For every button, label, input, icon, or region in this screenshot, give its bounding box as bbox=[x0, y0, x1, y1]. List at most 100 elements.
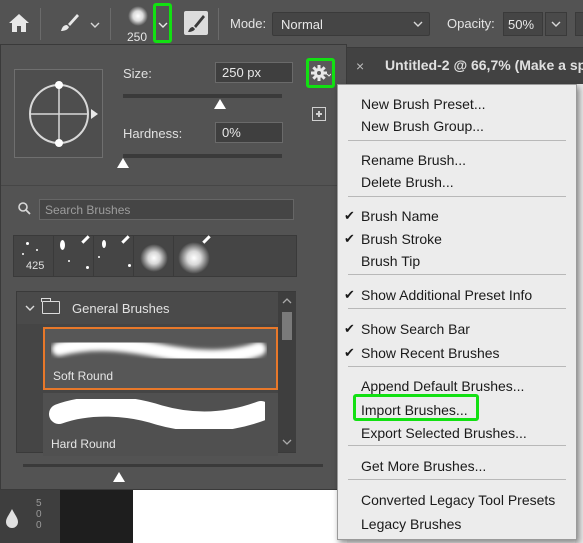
menu-item-label: New Brush Preset... bbox=[361, 96, 486, 112]
menu-item-label: Delete Brush... bbox=[361, 174, 454, 190]
recent-brush-3[interactable] bbox=[94, 235, 134, 276]
angle-arrow-icon[interactable] bbox=[91, 109, 98, 119]
menu-item-new-brush-preset[interactable]: New Brush Preset... bbox=[338, 93, 576, 116]
hardness-value: 0% bbox=[222, 125, 241, 140]
panel-settings-button[interactable] bbox=[306, 58, 335, 88]
pressure-icon bbox=[188, 15, 205, 32]
size-input[interactable]: 250 px bbox=[215, 62, 293, 83]
recent-brushes-row: 425 bbox=[13, 235, 297, 277]
pen-icon bbox=[81, 235, 90, 244]
preview-size-slider-thumb[interactable] bbox=[113, 472, 125, 482]
chevron-down-icon[interactable] bbox=[90, 20, 100, 30]
size-slider[interactable] bbox=[123, 94, 282, 98]
new-preset-icon[interactable] bbox=[312, 107, 326, 121]
pressure-size-button[interactable] bbox=[184, 11, 208, 35]
hardness-slider-thumb[interactable] bbox=[117, 158, 129, 168]
recent-brush-2[interactable] bbox=[54, 235, 94, 276]
document-tab[interactable]: Untitled-2 @ 66,7% (Make a sp bbox=[375, 48, 583, 84]
workspace-background bbox=[60, 490, 133, 543]
menu-item-export-selected-brushes[interactable]: Export Selected Brushes... bbox=[338, 422, 576, 445]
brush-preset-picker-button[interactable] bbox=[153, 3, 172, 43]
group-label: General Brushes bbox=[72, 301, 170, 316]
opacity-value: 50% bbox=[508, 17, 535, 32]
recent-brush-4[interactable] bbox=[134, 236, 174, 276]
gear-icon bbox=[311, 65, 331, 81]
menu-separator bbox=[348, 140, 566, 141]
menu-item-get-more-brushes[interactable]: Get More Brushes... bbox=[338, 455, 576, 478]
menu-item-brush-tip[interactable]: Brush Tip bbox=[338, 250, 576, 273]
ruler: 500 bbox=[36, 498, 42, 531]
menu-separator bbox=[348, 366, 566, 367]
mode-select[interactable]: Normal bbox=[272, 12, 430, 36]
close-icon[interactable]: × bbox=[356, 58, 364, 74]
menu-item-label: Export Selected Brushes... bbox=[361, 425, 527, 441]
brush-name: Soft Round bbox=[53, 369, 114, 383]
checkmark-icon: ✔ bbox=[344, 345, 355, 360]
brush-angle-widget[interactable] bbox=[25, 78, 95, 150]
menu-item-rename-brush[interactable]: Rename Brush... bbox=[338, 149, 576, 172]
chevron-down-icon[interactable] bbox=[282, 438, 292, 446]
menu-item-label: Brush Stroke bbox=[361, 231, 442, 247]
menu-item-show-search-bar[interactable]: ✔ Show Search Bar bbox=[338, 318, 576, 341]
brush-preset-panel: Size: 250 px Hardness: 0% Search Brushes… bbox=[0, 44, 347, 490]
menu-separator bbox=[348, 479, 566, 480]
menu-item-converted-legacy-tool-presets[interactable]: Converted Legacy Tool Presets bbox=[338, 489, 576, 512]
brush-size-readout: 250 bbox=[127, 30, 148, 44]
search-brushes-input[interactable]: Search Brushes bbox=[39, 199, 294, 220]
opacity-dropdown-button[interactable] bbox=[545, 12, 567, 36]
chevron-down-icon bbox=[158, 22, 168, 28]
soft-brush-tip-icon bbox=[128, 6, 148, 26]
brush-item-soft-round[interactable]: Soft Round bbox=[43, 327, 278, 390]
recent-brush-size: 425 bbox=[26, 260, 45, 272]
brush-name: Hard Round bbox=[51, 437, 116, 451]
soft-brush-tip-icon bbox=[140, 244, 168, 272]
hardness-input[interactable]: 0% bbox=[215, 122, 283, 143]
menu-item-label: Show Recent Brushes bbox=[361, 345, 500, 361]
chevron-down-icon bbox=[551, 21, 561, 27]
brush-stroke-preview bbox=[52, 336, 266, 364]
checkmark-icon: ✔ bbox=[344, 231, 355, 246]
folder-icon bbox=[41, 298, 60, 314]
menu-item-label: Show Additional Preset Info bbox=[361, 287, 533, 303]
brush-group-general[interactable]: General Brushes bbox=[17, 292, 278, 324]
brush-item-hard-round[interactable]: Hard Round bbox=[43, 393, 278, 456]
size-slider-thumb[interactable] bbox=[213, 99, 226, 109]
menu-item-label: Rename Brush... bbox=[361, 152, 467, 168]
menu-item-legacy-brushes[interactable]: Legacy Brushes bbox=[338, 513, 576, 536]
drop-icon[interactable] bbox=[4, 508, 20, 528]
menu-item-label: Brush Name bbox=[361, 208, 439, 224]
brush-list-scrollbar[interactable] bbox=[278, 292, 296, 452]
opacity-input[interactable]: 50% bbox=[503, 12, 543, 36]
menu-item-label: New Brush Group... bbox=[361, 118, 484, 134]
scrollbar-thumb[interactable] bbox=[282, 312, 292, 340]
menu-separator bbox=[348, 308, 566, 309]
home-icon[interactable] bbox=[7, 11, 31, 35]
menu-item-delete-brush[interactable]: Delete Brush... bbox=[338, 171, 576, 194]
menu-item-brush-name[interactable]: ✔ Brush Name bbox=[338, 205, 576, 228]
hardness-slider[interactable] bbox=[123, 154, 282, 158]
brush-angle-preview[interactable] bbox=[14, 69, 103, 158]
canvas-area bbox=[133, 490, 347, 543]
menu-item-label: Append Default Brushes... bbox=[361, 378, 525, 394]
menu-item-show-recent-brushes[interactable]: ✔ Show Recent Brushes bbox=[338, 342, 576, 365]
toolbar-divider bbox=[218, 8, 219, 40]
opacity-label: Opacity: bbox=[447, 16, 495, 31]
menu-item-show-additional-preset-info[interactable]: ✔ Show Additional Preset Info bbox=[338, 284, 576, 307]
menu-item-brush-stroke[interactable]: ✔ Brush Stroke bbox=[338, 228, 576, 251]
menu-item-new-brush-group[interactable]: New Brush Group... bbox=[338, 115, 576, 138]
preview-size-slider[interactable] bbox=[23, 464, 323, 467]
import-brushes-highlight bbox=[353, 394, 479, 421]
chevron-down-icon bbox=[413, 21, 423, 27]
menu-item-label: Legacy Brushes bbox=[361, 516, 462, 532]
chevron-down-icon[interactable] bbox=[25, 303, 35, 313]
airbrush-button[interactable] bbox=[575, 12, 583, 36]
menu-item-label: Converted Legacy Tool Presets bbox=[361, 492, 556, 508]
recent-brush-5[interactable] bbox=[174, 235, 214, 276]
chevron-up-icon[interactable] bbox=[282, 297, 292, 305]
brush-tool-icon[interactable] bbox=[57, 11, 81, 35]
menu-item-label: Show Search Bar bbox=[361, 321, 470, 337]
panel-flyout-menu: New Brush Preset... New Brush Group... Ren… bbox=[337, 84, 577, 540]
tools-panel: 500 bbox=[0, 490, 60, 543]
photoshop-window: 250 Mode: Normal Opacity: 50% × Untitled… bbox=[0, 0, 583, 543]
recent-brush-1[interactable]: 425 bbox=[14, 236, 54, 276]
